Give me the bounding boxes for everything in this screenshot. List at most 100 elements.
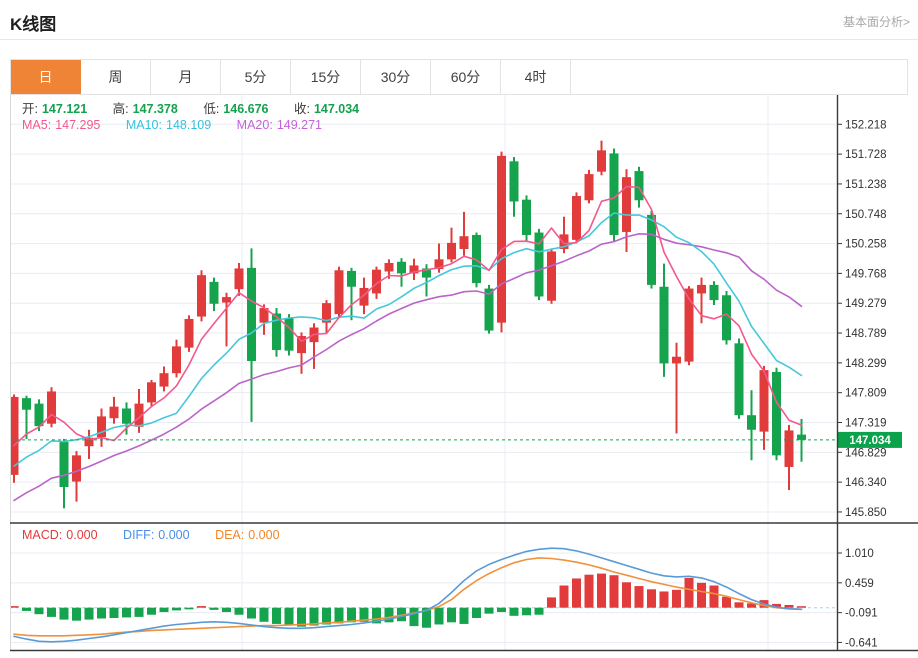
candle-body bbox=[172, 346, 181, 374]
chart-area: 152.218 151.728 151.238 150.748 150.258 149.7… bbox=[9, 95, 918, 658]
macd-histogram-bar bbox=[572, 578, 581, 608]
candle-body bbox=[47, 391, 56, 424]
candle-body bbox=[784, 430, 794, 467]
macd-histogram-bar bbox=[222, 607, 231, 613]
candle-body bbox=[534, 232, 544, 297]
macd-axis-label: 0.459 bbox=[845, 578, 874, 590]
price-axis-label: 148.299 bbox=[845, 358, 887, 370]
macd-histogram-bar bbox=[722, 596, 731, 608]
price-axis-label: 145.850 bbox=[845, 507, 887, 519]
price-axis-label: 146.829 bbox=[845, 447, 887, 459]
macd-histogram-bar bbox=[797, 606, 806, 608]
candle-body bbox=[209, 281, 219, 304]
candle-body bbox=[122, 408, 131, 424]
candle-body bbox=[597, 150, 606, 172]
macd-histogram-bar bbox=[47, 607, 56, 617]
price-axis-label: 149.768 bbox=[845, 268, 887, 280]
macd-histogram-bar bbox=[547, 597, 556, 608]
macd-histogram-bar bbox=[509, 607, 519, 616]
macd-histogram-bar bbox=[534, 607, 544, 615]
macd-histogram-bar bbox=[184, 607, 194, 610]
macd-histogram-bar bbox=[647, 589, 656, 608]
macd-histogram-bar bbox=[459, 607, 469, 624]
macd-axis-label: -0.091 bbox=[845, 608, 878, 620]
macd-histogram-bar bbox=[672, 589, 681, 608]
price-axis-label: 147.319 bbox=[845, 418, 887, 430]
macd-histogram-bar bbox=[522, 607, 531, 616]
candle-body bbox=[334, 270, 344, 315]
candle-body bbox=[772, 371, 781, 456]
candle-body bbox=[247, 267, 256, 362]
period-tab-bar: 日 周 月 5分 15分 30分 60分 4时 bbox=[10, 59, 908, 95]
ma10-line bbox=[13, 212, 803, 467]
price-axis-label: 151.728 bbox=[845, 149, 887, 161]
tab-5min[interactable]: 5分 bbox=[221, 60, 291, 94]
kline-widget: K线图 基本面分析> 日 周 月 5分 15分 30分 60分 4时 152.2… bbox=[0, 0, 918, 658]
macd-histogram-bar bbox=[484, 607, 494, 614]
macd-histogram-bar bbox=[697, 582, 706, 608]
diff-line bbox=[13, 547, 803, 643]
macd-axis-label: -0.641 bbox=[845, 637, 878, 649]
macd-histogram-bar bbox=[22, 607, 31, 611]
macd-histogram-bar bbox=[209, 607, 219, 610]
macd-histogram-bar bbox=[584, 574, 594, 608]
candle-body bbox=[572, 196, 581, 240]
macd-histogram-bar bbox=[609, 575, 619, 608]
candle-body bbox=[184, 318, 194, 348]
candle-body bbox=[234, 268, 244, 290]
candle-body bbox=[222, 297, 231, 303]
macd-histogram-bar bbox=[559, 585, 569, 608]
candle-body bbox=[747, 415, 756, 430]
tab-60min[interactable]: 60分 bbox=[431, 60, 501, 94]
dea-line bbox=[13, 557, 803, 637]
macd-histogram-bar bbox=[259, 607, 269, 622]
macd-histogram-bar bbox=[122, 607, 131, 618]
kline-chart-svg[interactable]: 152.218 151.728 151.238 150.748 150.258 149.7… bbox=[9, 95, 918, 658]
candle-body bbox=[634, 171, 644, 201]
candle-body bbox=[709, 284, 719, 301]
tab-daily[interactable]: 日 bbox=[11, 60, 81, 94]
candle-body bbox=[734, 343, 744, 416]
macd-histogram-bar bbox=[472, 607, 481, 618]
macd-histogram-bar bbox=[497, 607, 506, 613]
macd-histogram-bar bbox=[9, 606, 19, 608]
price-axis-label: 150.748 bbox=[845, 209, 887, 221]
macd-histogram-bar bbox=[784, 604, 794, 608]
candle-body bbox=[59, 441, 69, 488]
macd-histogram-bar bbox=[134, 607, 144, 617]
tab-monthly[interactable]: 月 bbox=[151, 60, 221, 94]
price-axis-label: 148.789 bbox=[845, 328, 887, 340]
candle-body bbox=[509, 161, 519, 202]
macd-histogram-bar bbox=[272, 607, 281, 624]
macd-histogram-bar bbox=[84, 607, 94, 620]
ma5-line bbox=[13, 185, 803, 447]
candle-body bbox=[22, 398, 31, 410]
macd-histogram-bar bbox=[147, 607, 156, 615]
macd-histogram-bar bbox=[622, 582, 631, 608]
tab-15min[interactable]: 15分 bbox=[291, 60, 361, 94]
macd-histogram-bar bbox=[284, 607, 294, 626]
tab-weekly[interactable]: 周 bbox=[81, 60, 151, 94]
tab-4hour[interactable]: 4时 bbox=[501, 60, 571, 94]
candle-body bbox=[109, 406, 119, 419]
macd-histogram-bar bbox=[109, 607, 119, 618]
price-axis-label: 149.279 bbox=[845, 298, 887, 310]
macd-histogram-bar bbox=[234, 607, 244, 615]
candle-body bbox=[622, 177, 631, 232]
macd-histogram-bar bbox=[734, 602, 744, 608]
candle-body bbox=[34, 403, 44, 427]
macd-histogram-bar bbox=[59, 607, 69, 620]
candle-body bbox=[159, 373, 169, 387]
candle-body bbox=[397, 261, 406, 274]
price-axis-label: 152.218 bbox=[845, 119, 887, 131]
candle-body bbox=[347, 270, 356, 287]
candle-body bbox=[447, 242, 456, 260]
tab-bar-filler bbox=[571, 60, 907, 94]
page-title: K线图 bbox=[10, 15, 57, 34]
price-axis-label: 147.809 bbox=[845, 388, 887, 400]
macd-histogram-bar bbox=[434, 607, 444, 625]
macd-histogram-bar bbox=[447, 607, 456, 623]
tab-30min[interactable]: 30分 bbox=[361, 60, 431, 94]
candle-body bbox=[459, 236, 469, 249]
fundamental-analysis-link[interactable]: 基本面分析> bbox=[843, 13, 910, 30]
